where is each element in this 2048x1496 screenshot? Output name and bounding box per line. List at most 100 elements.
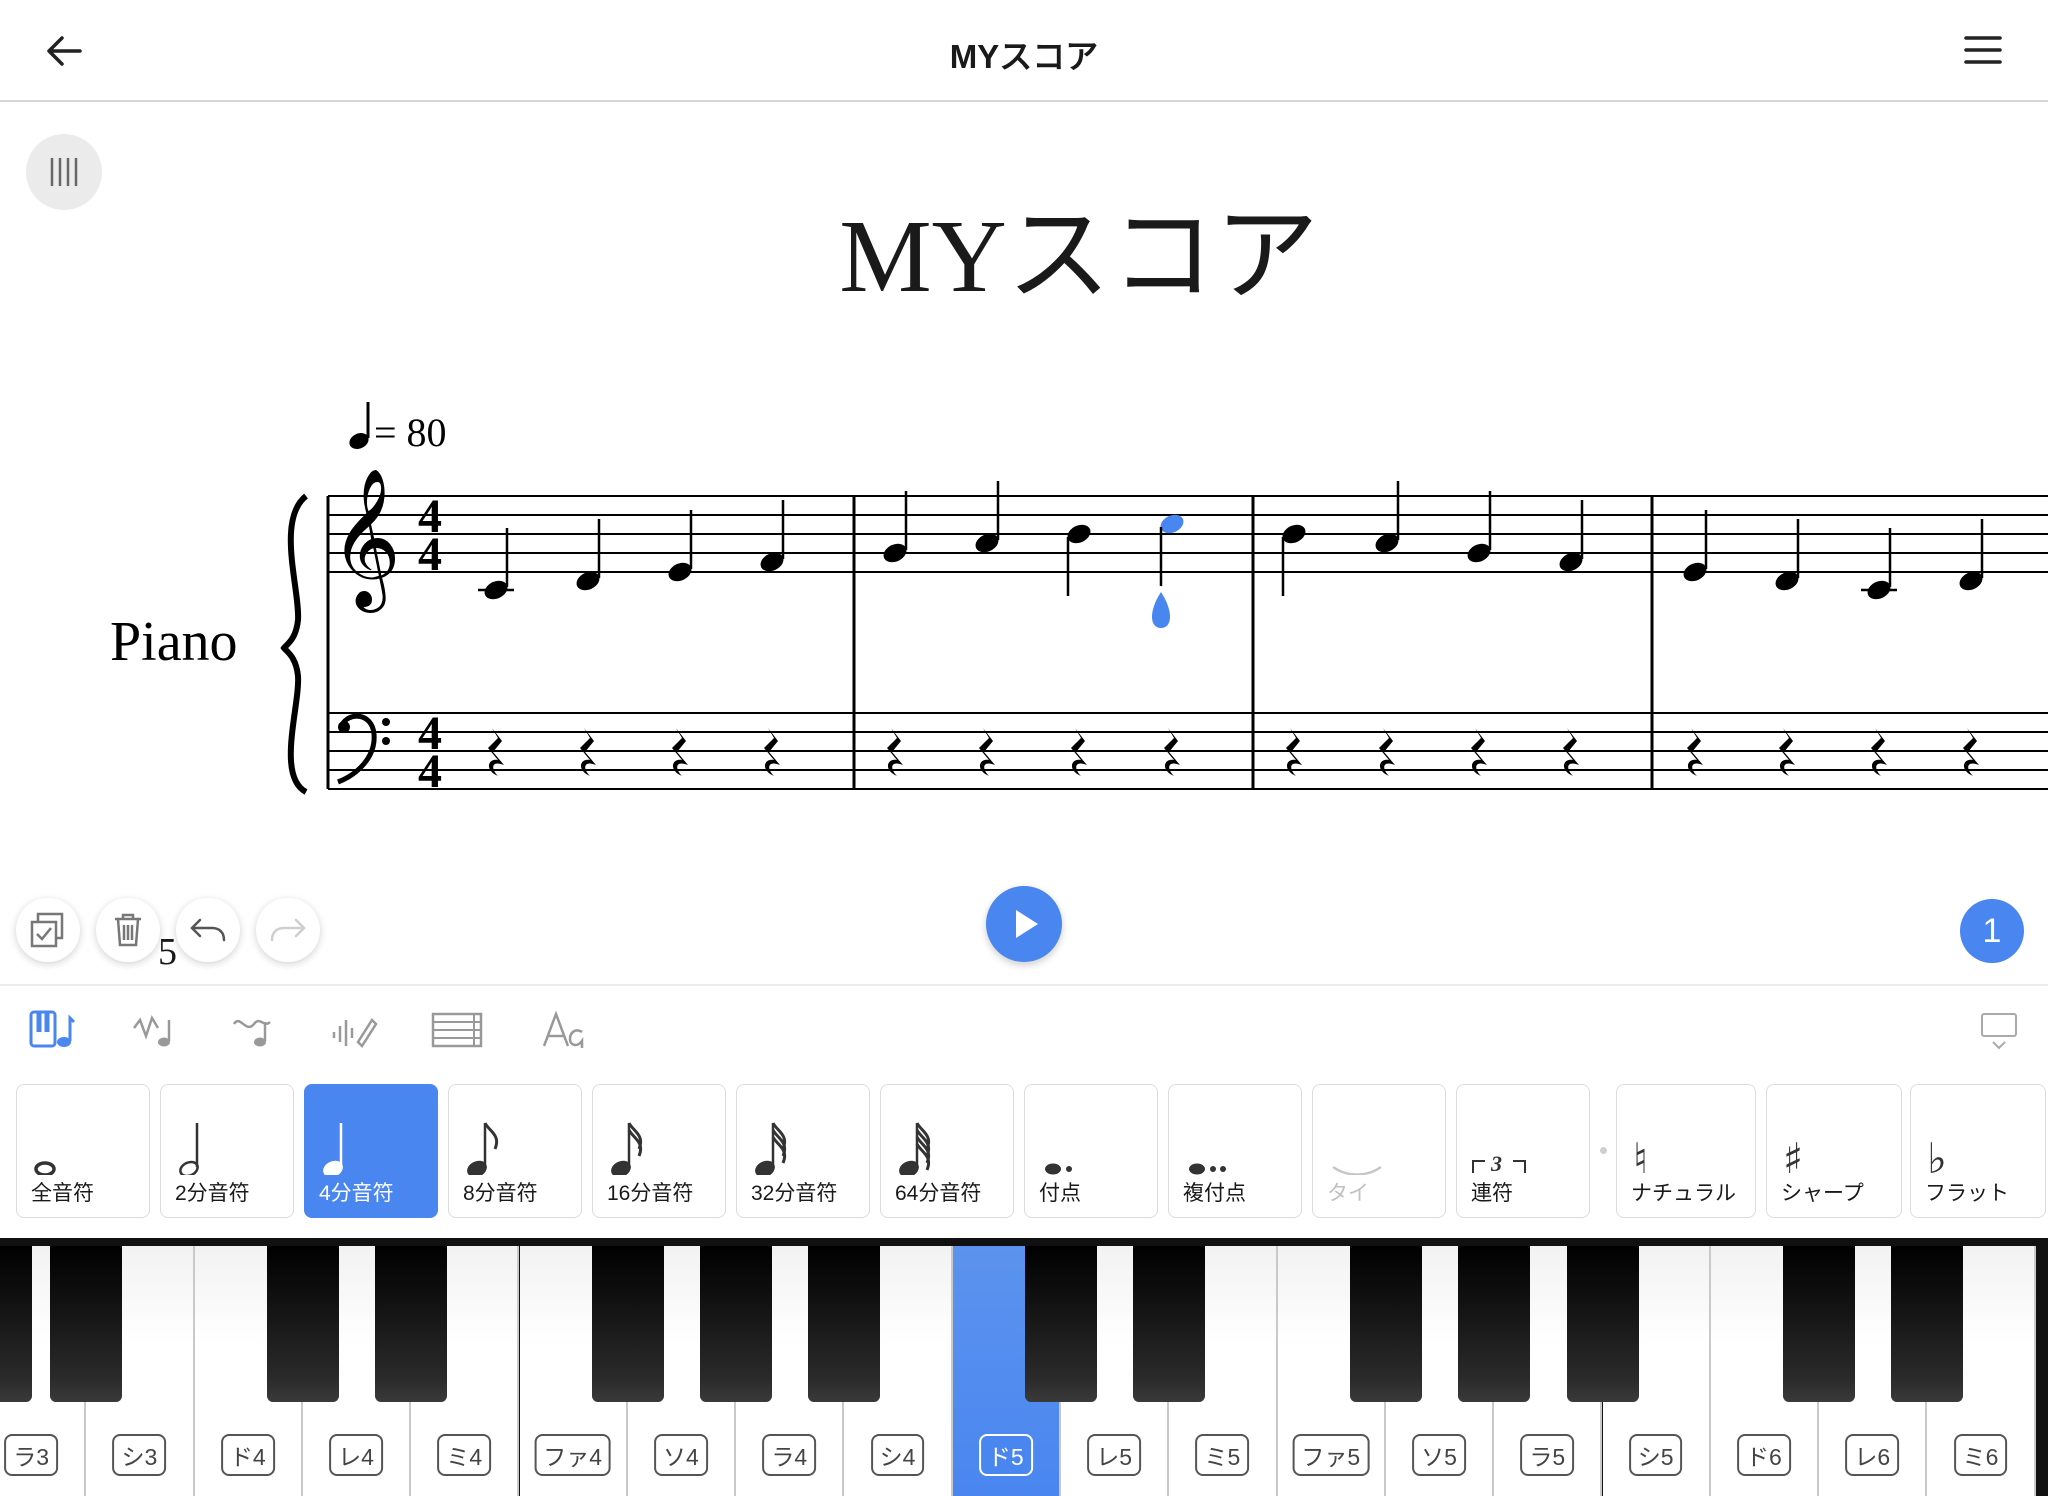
trash-icon	[115, 913, 141, 947]
score-note[interactable]	[973, 481, 1002, 556]
palette-label: 付点	[1039, 1182, 1081, 1205]
score-note[interactable]	[1151, 511, 1186, 628]
palette-label: 連符	[1471, 1182, 1513, 1205]
palette-thirty-second-note-button[interactable]: 32分音符	[736, 1084, 870, 1218]
piano-black-key[interactable]	[808, 1246, 881, 1402]
palette-whole-note-button[interactable]: 全音符	[16, 1084, 150, 1218]
piano-black-key[interactable]	[1783, 1246, 1856, 1402]
piano-key-label: レ6	[1845, 1434, 1900, 1476]
palette-label: 2分音符	[175, 1182, 250, 1205]
piano-key-label: シ4	[870, 1434, 925, 1476]
hide-keyboard-icon[interactable]	[1976, 1008, 2024, 1052]
layout-lines-icon[interactable]	[430, 1008, 486, 1052]
score-note[interactable]	[1957, 519, 1986, 594]
piano-key-label: ソ5	[1412, 1434, 1466, 1476]
select-all-button[interactable]	[16, 898, 80, 962]
piano-keyboard[interactable]: ラ3 シ3 ド4 レ4 ミ4 ファ4 ソ4 ラ4 シ4 ド5 レ5 ミ5 ファ5 ソ5 ラ5 シ5 ド6 レ6 ミ6	[0, 1238, 2048, 1496]
top-bar: MYスコア	[0, 0, 2048, 102]
page-number-badge[interactable]: 1	[1960, 899, 2024, 963]
score-note[interactable]	[1861, 528, 1897, 603]
palette-tie-button[interactable]: タイ	[1312, 1084, 1446, 1218]
piano-black-key[interactable]	[375, 1246, 448, 1402]
score-note[interactable]	[1557, 500, 1586, 575]
piano-key-label: ド6	[1737, 1434, 1791, 1476]
score-note[interactable]	[666, 510, 695, 585]
flat-icon: ♭	[1925, 1115, 2025, 1183]
palette-label: シャープ	[1781, 1182, 1864, 1205]
text-style-icon[interactable]	[540, 1008, 588, 1052]
palette-label: 全音符	[31, 1182, 94, 1205]
score-note[interactable]	[1465, 491, 1494, 566]
score-note[interactable]	[1773, 519, 1802, 594]
page-title: MYスコア	[949, 38, 1099, 75]
play-icon	[1016, 910, 1038, 938]
palette-sixteenth-note-button[interactable]: 16分音符	[592, 1084, 726, 1218]
piano-key-label: ラ3	[4, 1434, 59, 1476]
dynamics-pen-icon[interactable]	[330, 1008, 378, 1052]
svg-text:♭: ♭	[1927, 1134, 1947, 1175]
palette-separator-dot	[1600, 1147, 1607, 1154]
piano-key-label: ド5	[978, 1434, 1033, 1476]
palette-flat-button[interactable]: ♭ フラット	[1910, 1084, 2046, 1218]
piano-black-key[interactable]	[1349, 1246, 1422, 1402]
palette-dot-button[interactable]: 付点	[1024, 1084, 1158, 1218]
svg-text:3: 3	[1490, 1151, 1502, 1175]
palette-half-note-button[interactable]: 2分音符	[160, 1084, 294, 1218]
piano-black-key[interactable]	[1458, 1246, 1531, 1402]
piano-black-key[interactable]	[0, 1246, 32, 1402]
piano-black-key[interactable]	[1566, 1246, 1639, 1402]
copy-check-icon	[30, 912, 64, 948]
bass-clef	[337, 713, 390, 785]
piano-black-key[interactable]	[266, 1246, 339, 1402]
palette-natural-button[interactable]: ♮ ナチュラル	[1616, 1084, 1756, 1218]
hamburger-menu-icon[interactable]	[1962, 30, 2006, 70]
treble-clef: 𝄞	[330, 468, 401, 613]
piano-black-key[interactable]	[50, 1246, 123, 1402]
palette-label: タイ	[1327, 1182, 1369, 1205]
staff-brace	[280, 493, 309, 795]
score-note[interactable]	[881, 491, 910, 566]
tie-icon	[1327, 1115, 1427, 1176]
score-title: MYスコア	[839, 199, 1319, 314]
piano-key-label: シ3	[112, 1434, 167, 1476]
palette-label: ナチュラル	[1631, 1182, 1736, 1205]
score-note[interactable]	[758, 500, 787, 575]
palette-quarter-note-button[interactable]: 4分音符	[304, 1084, 438, 1218]
palette-tuplet-button[interactable]: 3 連符	[1456, 1084, 1590, 1218]
piano-black-key[interactable]	[591, 1246, 664, 1402]
piano-key-label: ラ4	[762, 1434, 817, 1476]
palette-eighth-note-button[interactable]: 8分音符	[448, 1084, 582, 1218]
palette-double-dot-button[interactable]: 複付点	[1168, 1084, 1302, 1218]
piano-key-label: ド4	[220, 1434, 275, 1476]
palette-label: 8分音符	[463, 1182, 538, 1205]
score-note[interactable]	[1681, 510, 1710, 585]
palette-sixty-fourth-note-button[interactable]: 64分音符	[880, 1084, 1014, 1218]
piano-black-key[interactable]	[700, 1246, 773, 1402]
editor-toolbar	[0, 984, 2048, 1072]
score-note[interactable]	[1373, 481, 1402, 556]
score-note[interactable]	[478, 528, 514, 603]
articulation-icon[interactable]	[130, 1008, 178, 1052]
delete-button[interactable]	[96, 898, 160, 962]
piano-black-key[interactable]	[1133, 1246, 1206, 1402]
undo-button[interactable]	[176, 898, 240, 962]
treble-time-bottom: 4	[418, 528, 442, 581]
palette-sharp-button[interactable]: ♯ シャープ	[1766, 1084, 1902, 1218]
sixty-fourth-note-icon	[895, 1115, 995, 1178]
svg-text:♮: ♮	[1633, 1134, 1648, 1175]
score-note[interactable]	[574, 519, 603, 594]
piano-key-label: ミ6	[1953, 1434, 2008, 1476]
note-palette: 全音符 2分音符 4分音符 8分音符 16分音符 32分音符 64分音符 付点 複付点 タイ 3 連符…	[0, 1078, 2048, 1228]
time-signatures: 4 4 4 4	[418, 490, 442, 798]
score-note[interactable]	[1280, 521, 1309, 596]
score-note[interactable]	[1065, 521, 1094, 596]
play-button[interactable]	[986, 886, 1062, 962]
piano-note-input-icon[interactable]	[28, 1008, 76, 1052]
piano-key-label: ファ5	[1292, 1434, 1370, 1476]
score-canvas[interactable]: = 80 Piano 𝄞 4 4 4 4	[0, 380, 2048, 800]
ornament-icon[interactable]	[230, 1008, 278, 1052]
redo-button[interactable]	[256, 898, 320, 962]
piano-black-key[interactable]	[1025, 1246, 1097, 1402]
redo-icon	[270, 918, 306, 942]
piano-black-key[interactable]	[1891, 1246, 1964, 1402]
